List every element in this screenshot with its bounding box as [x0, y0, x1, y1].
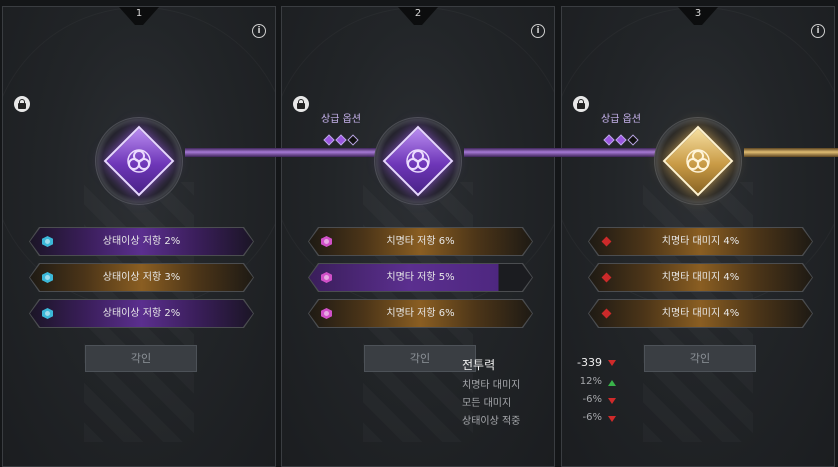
stat-label: 모든 대미지 — [462, 398, 512, 409]
option-label: 상태이상 저항 3% — [102, 272, 181, 283]
celtic-knot-icon — [406, 149, 430, 173]
option-row-1[interactable]: 치명타 저항 6% — [308, 227, 533, 256]
option-label: 치명타 대미지 4% — [661, 272, 740, 283]
celtic-knot-icon — [686, 149, 710, 173]
gem-empty-icon — [627, 134, 639, 146]
info-icon[interactable]: i — [252, 24, 266, 38]
option-row-3[interactable]: 치명타 대미지 4% — [588, 299, 813, 328]
down-arrow-icon — [608, 398, 616, 404]
stat-value: -6% — [582, 394, 602, 405]
engrave-button[interactable]: 각인 — [644, 345, 756, 372]
info-icon[interactable]: i — [531, 24, 545, 38]
option-row-1[interactable]: 상태이상 저항 2% — [29, 227, 254, 256]
option-label: 치명타 대미지 4% — [661, 308, 740, 319]
lock-icon[interactable] — [293, 96, 309, 112]
gem-empty-icon — [347, 134, 359, 146]
option-row-3[interactable]: 상태이상 저항 2% — [29, 299, 254, 328]
option-label: 치명타 저항 5% — [386, 272, 455, 283]
gem-filled-icon — [615, 134, 627, 146]
option-label: 치명타 저항 6% — [386, 308, 455, 319]
upgrade-option-indicator: 상급 옵션 — [598, 114, 644, 146]
slot-number: 2 — [414, 8, 422, 19]
up-arrow-icon — [608, 380, 616, 386]
engrave-button[interactable]: 각인 — [85, 345, 197, 372]
upgrade-gems — [318, 129, 364, 146]
info-icon[interactable]: i — [811, 24, 825, 38]
link-line-2-3 — [464, 148, 659, 157]
stat-label: 상태이상 적중 — [462, 416, 521, 427]
celtic-knot-icon — [127, 149, 151, 173]
option-row-1[interactable]: 치명타 대미지 4% — [588, 227, 813, 256]
down-arrow-icon — [608, 360, 616, 366]
upgrade-option-indicator: 상급 옵션 — [318, 114, 364, 146]
engrave-medal[interactable] — [374, 117, 462, 205]
gem-filled-icon — [323, 134, 335, 146]
combat-power-label: 전투력 — [462, 358, 496, 372]
link-line-3-out — [744, 148, 838, 157]
gem-filled-icon — [603, 134, 615, 146]
upgrade-option-label: 상급 옵션 — [601, 114, 641, 125]
option-label: 상태이상 저항 2% — [102, 308, 181, 319]
stat-value: -6% — [582, 412, 602, 423]
upgrade-option-label: 상급 옵션 — [321, 114, 361, 125]
option-label: 상태이상 저항 2% — [102, 236, 181, 247]
engrave-slot-panel-1: 1 i 상태이상 저항 2% 상태이상 저항 3% 상태이상 저항 2% 각인 — [2, 6, 276, 467]
lock-icon[interactable] — [14, 96, 30, 112]
option-row-2[interactable]: 치명타 대미지 4% — [588, 263, 813, 292]
down-arrow-icon — [608, 416, 616, 422]
link-line-1-2 — [185, 148, 379, 157]
engrave-medal[interactable] — [95, 117, 183, 205]
option-row-2[interactable]: 상태이상 저항 3% — [29, 263, 254, 292]
slot-number: 1 — [135, 8, 143, 19]
combat-power-tooltip: 전투력 -339 치명타 대미지 12% 모든 대미지 -6% 상태이상 적중 … — [458, 352, 622, 428]
option-label: 치명타 대미지 4% — [661, 236, 740, 247]
stat-label: 치명타 대미지 — [462, 380, 521, 391]
upgrade-gems — [598, 129, 644, 146]
option-row-3[interactable]: 치명타 저항 6% — [308, 299, 533, 328]
lock-icon[interactable] — [573, 96, 589, 112]
gem-filled-icon — [335, 134, 347, 146]
engrave-medal[interactable] — [654, 117, 742, 205]
option-label: 치명타 저항 6% — [386, 236, 455, 247]
combat-power-value: -339 — [577, 356, 602, 369]
slot-number: 3 — [694, 8, 702, 19]
option-row-2[interactable]: 치명타 저항 5% — [308, 263, 533, 292]
stat-value: 12% — [579, 376, 602, 387]
